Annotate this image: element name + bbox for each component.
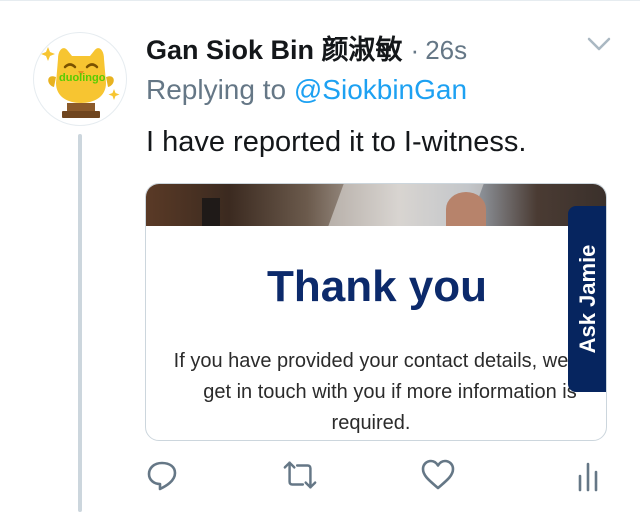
photo-detail [446,192,486,226]
reply-handle-link[interactable]: @SiokbinGan [294,74,467,105]
tweet-actions [0,455,640,499]
photo-detail [202,198,220,226]
timestamp[interactable]: 26s [425,35,467,66]
ask-jamie-tab[interactable]: Ask Jamie [568,206,606,392]
card-body-line: required. [331,412,411,434]
author-name[interactable]: Gan Siok Bin 颜淑敏 [146,28,403,67]
card-title: Thank you [266,262,488,311]
tweet-text: I have reported it to I-witness. [146,126,527,158]
top-divider [0,0,640,1]
bar-chart-icon [578,462,598,492]
card-body-line: get in touch with you if more informatio… [203,381,577,403]
analytics-button[interactable] [572,455,608,495]
ask-jamie-label: Ask Jamie [575,244,600,354]
card-body: If you have provided your contact detail… [146,346,596,439]
card-body-line: If you have provided your contact detail… [173,350,569,372]
speech-bubble-icon [147,461,177,491]
tweet-header: Gan Siok Bin 颜淑敏 · 26s [146,28,566,67]
retweet-button[interactable] [282,455,318,495]
like-button[interactable] [420,455,456,495]
separator-dot: · [410,35,420,65]
retweet-icon [283,461,317,489]
replying-to: Replying to @SiokbinGan [146,74,467,106]
duolingo-logo-text: duolingo [59,72,106,84]
reply-button[interactable] [144,455,180,495]
heart-icon [421,459,455,490]
media-card[interactable]: Thank you If you have provided your cont… [145,183,607,441]
card-header-photo [146,184,606,226]
chevron-down-icon[interactable] [585,34,613,54]
replying-prefix: Replying to [146,74,294,105]
